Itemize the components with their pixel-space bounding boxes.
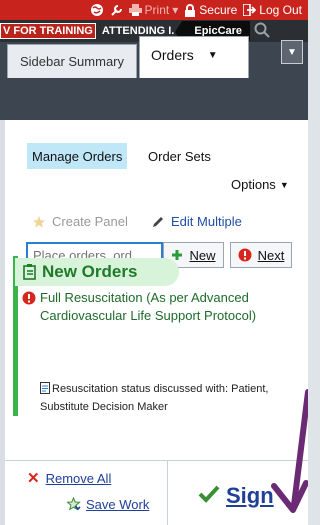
save-work-button[interactable]: Save Work xyxy=(66,497,149,512)
secure-button[interactable]: Secure xyxy=(184,3,237,17)
logout-label: Log Out xyxy=(259,3,302,17)
remove-all-label: Remove All xyxy=(45,470,112,486)
footer-vertical-divider xyxy=(167,460,168,525)
tab-orders[interactable]: Orders ▼ xyxy=(139,36,249,78)
order-name: Full Resuscitation (As per Advanced Card… xyxy=(40,290,257,323)
footer-divider xyxy=(5,460,308,461)
secure-label: Secure xyxy=(199,3,238,17)
create-panel-label: Create Panel xyxy=(52,214,128,229)
globe-icon[interactable] xyxy=(90,3,104,17)
new-button-label: New xyxy=(189,247,216,263)
order-note-text: Resuscitation status discussed with: Pat… xyxy=(40,383,269,413)
top-toolbar: Print ▾ Secure Log Out xyxy=(0,0,308,20)
order-sets-label: Order Sets xyxy=(148,149,211,164)
wrench-icon[interactable] xyxy=(110,4,123,17)
print-button[interactable]: Print ▾ xyxy=(128,3,179,17)
print-label: Print xyxy=(144,3,170,17)
remove-all-button[interactable]: ✕ Remove All xyxy=(27,469,111,487)
checkmark-icon xyxy=(198,483,220,509)
save-work-label: Save Work xyxy=(86,497,150,512)
chevron-down-icon[interactable]: ▼ xyxy=(208,50,218,61)
panel-left-edge xyxy=(0,120,5,525)
training-environment-label: V FOR TRAINING xyxy=(0,23,96,39)
next-button-label: Next xyxy=(257,247,285,263)
edit-multiple-label: Edit Multiple xyxy=(171,214,242,229)
sign-button[interactable]: Sign xyxy=(198,483,274,509)
next-button[interactable]: Next xyxy=(230,242,292,268)
chevron-down-icon: ▼ xyxy=(279,179,289,190)
tab-sidebar-summary[interactable]: Sidebar Summary xyxy=(7,44,137,78)
order-item-full-resuscitation[interactable]: Full Resuscitation (As per Advanced Card… xyxy=(40,289,290,325)
close-icon: ✕ xyxy=(27,470,40,487)
print-dropdown-icon: ▾ xyxy=(172,3,179,17)
plus-icon xyxy=(172,250,183,260)
clipboard-icon xyxy=(23,264,36,280)
sign-label: Sign xyxy=(226,483,274,508)
options-menu[interactable]: Options ▼ xyxy=(231,177,289,192)
star-icon xyxy=(33,215,45,228)
new-orders-header: New Orders xyxy=(15,258,179,286)
printer-icon xyxy=(128,4,142,16)
search-icon[interactable] xyxy=(254,22,270,41)
manage-orders-tab[interactable]: Manage Orders xyxy=(27,143,128,169)
pencil-icon xyxy=(153,217,163,227)
tab-sidebar-summary-label: Sidebar Summary xyxy=(19,54,125,69)
create-panel-button[interactable]: Create Panel xyxy=(32,214,128,229)
options-label: Options xyxy=(231,177,276,192)
tab-orders-label: Orders xyxy=(151,47,194,63)
order-alert-icon xyxy=(22,291,36,310)
save-work-icon xyxy=(66,497,81,511)
note-icon xyxy=(40,382,51,399)
order-note: Resuscitation status discussed with: Pat… xyxy=(40,381,295,415)
lock-icon xyxy=(185,3,196,17)
alert-icon xyxy=(238,248,252,262)
order-sets-tab[interactable]: Order Sets xyxy=(148,149,211,164)
new-orders-title: New Orders xyxy=(42,262,138,281)
tab-menu-button[interactable]: ▼ xyxy=(281,40,303,64)
edit-multiple-button[interactable]: Edit Multiple xyxy=(152,214,242,229)
manage-orders-label: Manage Orders xyxy=(32,148,123,164)
logout-button[interactable]: Log Out xyxy=(243,3,302,17)
chevron-down-icon: ▼ xyxy=(287,46,297,58)
logout-icon xyxy=(243,4,257,16)
